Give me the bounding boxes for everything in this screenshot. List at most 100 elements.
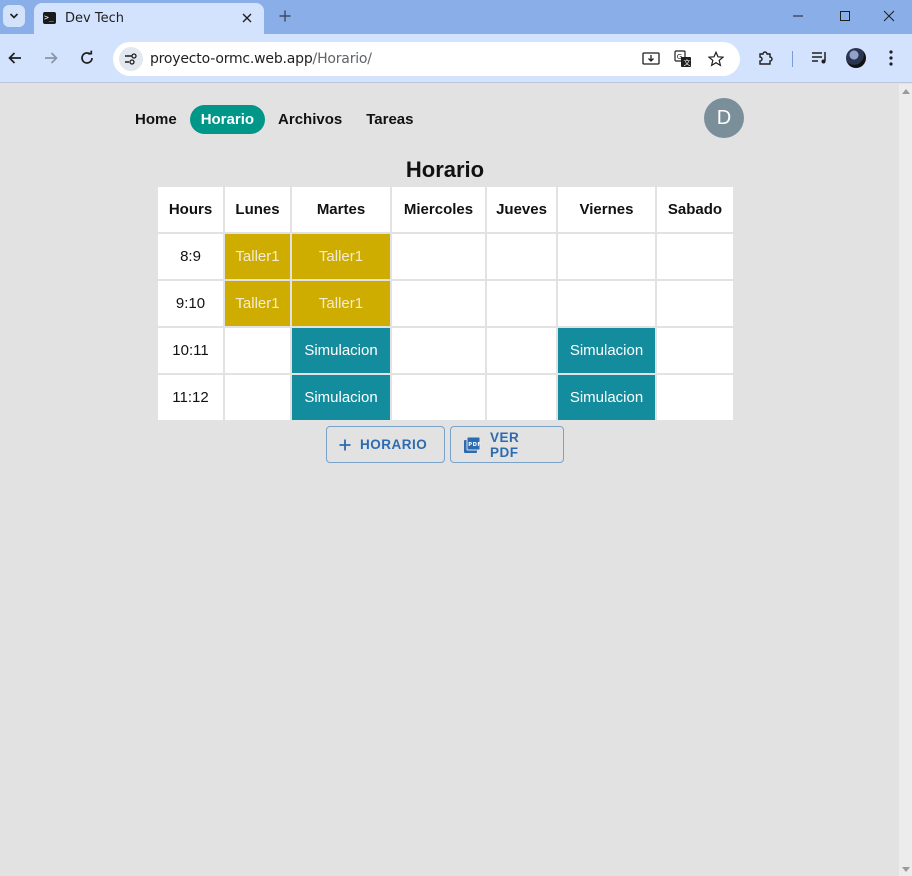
close-icon bbox=[883, 10, 895, 22]
translate-button[interactable]: G文 bbox=[673, 49, 693, 69]
hour-cell: 11:12 bbox=[158, 375, 223, 420]
header-lunes: Lunes bbox=[225, 187, 290, 232]
schedule-cell[interactable]: Taller1 bbox=[225, 234, 290, 279]
app-nav: Home Horario Archivos Tareas bbox=[124, 103, 427, 135]
menu-button[interactable] bbox=[880, 47, 902, 69]
schedule-table: Hours Lunes Martes Miercoles Jueves Vier… bbox=[156, 185, 735, 422]
maximize-icon bbox=[840, 11, 850, 21]
hour-cell: 8:9 bbox=[158, 234, 223, 279]
window-close-button[interactable] bbox=[866, 0, 912, 32]
schedule-cell[interactable] bbox=[392, 375, 485, 420]
user-avatar[interactable]: D bbox=[704, 98, 744, 138]
header-hours: Hours bbox=[158, 187, 223, 232]
site-info-button[interactable] bbox=[119, 47, 143, 71]
plus-icon bbox=[279, 10, 291, 22]
minimize-button[interactable] bbox=[775, 0, 821, 32]
action-buttons: HORARIO PDF VER PDF bbox=[326, 426, 569, 463]
schedule-cell[interactable] bbox=[225, 375, 290, 420]
tab-title: Dev Tech bbox=[65, 11, 124, 26]
header-row: Hours Lunes Martes Miercoles Jueves Vier… bbox=[158, 187, 733, 232]
reload-icon bbox=[81, 50, 93, 64]
arrow-left-icon bbox=[8, 52, 21, 64]
profile-avatar[interactable] bbox=[846, 48, 866, 68]
hour-cell: 10:11 bbox=[158, 328, 223, 373]
scroll-down-arrow[interactable] bbox=[902, 867, 910, 872]
schedule-cell[interactable] bbox=[225, 328, 290, 373]
schedule-cell[interactable]: Taller1 bbox=[225, 281, 290, 326]
schedule-cell[interactable] bbox=[392, 281, 485, 326]
schedule-cell[interactable] bbox=[657, 375, 733, 420]
schedule-cell[interactable]: Simulacion bbox=[558, 375, 655, 420]
nav-archivos[interactable]: Archivos bbox=[267, 105, 353, 134]
schedule-cell[interactable] bbox=[657, 234, 733, 279]
schedule-cell[interactable] bbox=[487, 375, 556, 420]
browser-tab-bar: >_ Dev Tech bbox=[0, 0, 912, 34]
back-button[interactable] bbox=[2, 45, 28, 71]
new-tab-button[interactable] bbox=[275, 6, 295, 26]
nav-home[interactable]: Home bbox=[124, 105, 188, 134]
minimize-icon bbox=[793, 15, 803, 17]
chevron-down-icon bbox=[9, 13, 19, 19]
tab-search-button[interactable] bbox=[3, 5, 25, 27]
queue-music-icon bbox=[812, 52, 826, 64]
svg-text:PDF: PDF bbox=[468, 442, 481, 448]
hour-cell: 9:10 bbox=[158, 281, 223, 326]
schedule-cell[interactable] bbox=[657, 328, 733, 373]
nav-horario[interactable]: Horario bbox=[189, 104, 266, 134]
browser-toolbar: proyecto-ormc.web.app/Horario/ G文 bbox=[0, 34, 912, 83]
translate-icon: G文 bbox=[674, 50, 691, 67]
close-icon bbox=[242, 13, 252, 23]
schedule-cell[interactable]: Simulacion bbox=[558, 328, 655, 373]
header-martes: Martes bbox=[292, 187, 390, 232]
reload-button[interactable] bbox=[74, 45, 100, 71]
browser-tab[interactable]: >_ Dev Tech bbox=[34, 3, 264, 34]
svg-text:文: 文 bbox=[684, 58, 691, 67]
url-path: /Horario/ bbox=[312, 51, 372, 67]
schedule-cell[interactable]: Simulacion bbox=[292, 328, 390, 373]
svg-text:G: G bbox=[677, 53, 682, 61]
media-control-button[interactable] bbox=[809, 47, 831, 69]
schedule-cell[interactable] bbox=[487, 234, 556, 279]
schedule-cell[interactable] bbox=[487, 281, 556, 326]
bookmark-button[interactable] bbox=[706, 49, 726, 69]
schedule-cell[interactable]: Simulacion bbox=[292, 375, 390, 420]
tab-close-button[interactable] bbox=[238, 9, 256, 27]
url-host: proyecto-ormc.web.app bbox=[150, 51, 313, 67]
maximize-button[interactable] bbox=[822, 0, 868, 32]
star-icon bbox=[708, 51, 724, 67]
schedule-cell[interactable]: Taller1 bbox=[292, 234, 390, 279]
add-horario-button[interactable]: HORARIO bbox=[326, 426, 445, 463]
table-row: 11:12 Simulacion Simulacion bbox=[158, 375, 733, 420]
header-miercoles: Miercoles bbox=[392, 187, 485, 232]
table-row: 10:11 Simulacion Simulacion bbox=[158, 328, 733, 373]
schedule-cell[interactable] bbox=[487, 328, 556, 373]
forward-button[interactable] bbox=[38, 45, 64, 71]
page-title: Horario bbox=[405, 157, 485, 182]
install-app-button[interactable] bbox=[641, 49, 661, 69]
table-row: 8:9 Taller1 Taller1 bbox=[158, 234, 733, 279]
schedule-cell[interactable] bbox=[558, 281, 655, 326]
schedule-cell[interactable] bbox=[558, 234, 655, 279]
schedule-cell[interactable]: Taller1 bbox=[292, 281, 390, 326]
url-text: proyecto-ormc.web.app/Horario/ bbox=[150, 51, 372, 67]
puzzle-icon bbox=[759, 51, 773, 65]
address-bar[interactable]: proyecto-ormc.web.app/Horario/ G文 bbox=[113, 42, 740, 76]
install-icon bbox=[642, 52, 660, 65]
extensions-button[interactable] bbox=[755, 47, 777, 69]
toolbar-divider bbox=[792, 51, 793, 67]
plus-icon bbox=[339, 439, 351, 451]
arrow-right-icon bbox=[45, 52, 58, 64]
schedule-cell[interactable] bbox=[657, 281, 733, 326]
page-scrollbar[interactable] bbox=[899, 84, 912, 876]
schedule-cell[interactable] bbox=[392, 234, 485, 279]
pdf-icon: PDF bbox=[463, 436, 481, 454]
tune-icon bbox=[125, 53, 137, 65]
table-row: 9:10 Taller1 Taller1 bbox=[158, 281, 733, 326]
more-vert-icon bbox=[889, 50, 893, 66]
header-jueves: Jueves bbox=[487, 187, 556, 232]
scroll-up-arrow[interactable] bbox=[902, 89, 910, 94]
ver-pdf-button[interactable]: PDF VER PDF bbox=[450, 426, 564, 463]
nav-tareas[interactable]: Tareas bbox=[355, 105, 424, 134]
schedule-cell[interactable] bbox=[392, 328, 485, 373]
add-horario-label: HORARIO bbox=[360, 437, 428, 452]
